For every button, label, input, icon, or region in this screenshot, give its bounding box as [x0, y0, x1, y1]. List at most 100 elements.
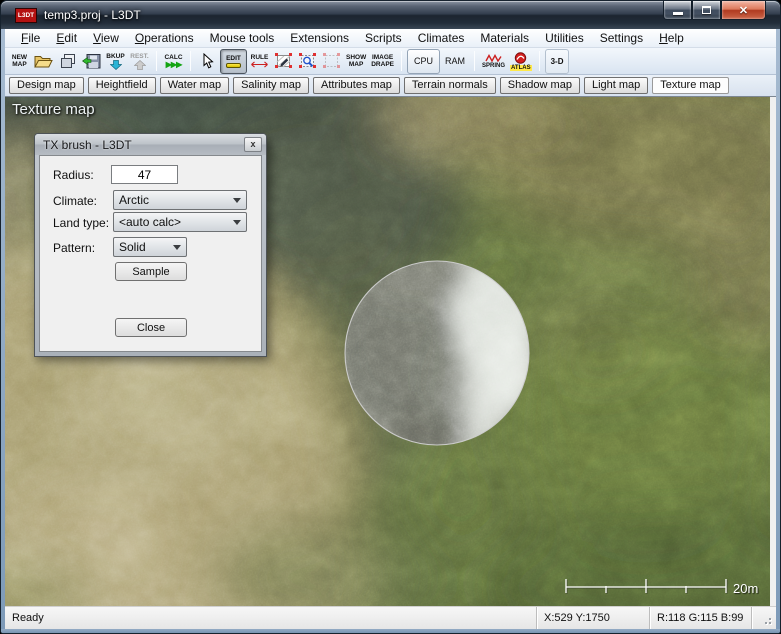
status-message: Ready — [5, 607, 536, 629]
status-cursor-position: X:529 Y:1750 — [536, 607, 649, 629]
folder-open-icon — [34, 54, 53, 69]
scale-label: 20m — [733, 581, 758, 596]
toolbar-separator — [539, 51, 540, 71]
restore-button[interactable]: REST. — [128, 49, 151, 74]
menu-settings[interactable]: Settings — [592, 30, 651, 46]
tab-light-map[interactable]: Light map — [584, 77, 648, 94]
menu-operations[interactable]: Operations — [127, 30, 202, 46]
climate-value: Arctic — [119, 193, 149, 207]
backup-button[interactable]: BKUP — [104, 49, 127, 74]
climate-label: Climate: — [53, 194, 97, 208]
menu-extensions[interactable]: Extensions — [282, 30, 357, 46]
menu-help[interactable]: Help — [651, 30, 692, 46]
tab-shadow-map[interactable]: Shadow map — [500, 77, 580, 94]
copy-button[interactable] — [56, 49, 79, 74]
tab-design-map[interactable]: Design map — [9, 77, 84, 94]
status-pixel-color: R:118 G:115 B:99 — [649, 607, 751, 629]
map-view-label: Texture map — [12, 101, 95, 118]
land-type-select[interactable]: <auto calc> — [113, 212, 247, 232]
resize-grip[interactable] — [751, 607, 776, 629]
window-title: temp3.proj - L3DT — [44, 8, 141, 22]
chevron-down-icon — [233, 198, 241, 203]
toolbar-separator — [190, 51, 191, 71]
minimize-button[interactable] — [663, 1, 692, 20]
window-controls: ✕ — [663, 1, 766, 20]
menubar: File Edit View Operations Mouse tools Ex… — [5, 29, 776, 48]
maximize-button[interactable] — [692, 1, 721, 20]
save-icon — [82, 54, 101, 69]
radius-input[interactable] — [111, 165, 178, 184]
calc-button[interactable]: CALC ▶▶▶ — [162, 49, 185, 74]
menu-edit[interactable]: Edit — [48, 30, 85, 46]
l3dt-logo-icon: L3DT — [15, 8, 37, 23]
open-button[interactable] — [32, 49, 55, 74]
toolbar-separator — [401, 51, 402, 71]
dialog-titlebar[interactable]: TX brush - L3DT x — [35, 134, 266, 155]
climate-select[interactable]: Arctic — [113, 190, 247, 210]
minimize-icon — [673, 12, 683, 15]
pointer-tool-button[interactable] — [196, 49, 219, 74]
selection-clear-icon — [323, 53, 340, 69]
dialog-body: Radius: Climate: Arctic Land type: <auto… — [39, 155, 262, 352]
close-button[interactable]: ✕ — [721, 1, 766, 20]
up-arrow-icon — [134, 60, 146, 70]
menu-scripts[interactable]: Scripts — [357, 30, 410, 46]
menu-mouse-tools[interactable]: Mouse tools — [202, 30, 283, 46]
show-map-button[interactable]: SHOW MAP — [344, 49, 368, 74]
window-bottom-border — [1, 629, 780, 634]
menu-view[interactable]: View — [85, 30, 127, 46]
dialog-close-button[interactable]: x — [244, 137, 262, 152]
chevron-down-icon — [233, 220, 241, 225]
pattern-label: Pattern: — [53, 241, 95, 255]
titlebar[interactable]: L3DT temp3.proj - L3DT ✕ — [1, 1, 780, 29]
toolbar-separator — [156, 51, 157, 71]
toolbar: NEW MAP — [5, 48, 776, 75]
tab-texture-map[interactable]: Texture map — [652, 77, 729, 94]
land-type-label: Land type: — [53, 216, 109, 230]
cursor-arrow-icon — [202, 53, 214, 69]
tab-water-map[interactable]: Water map — [160, 77, 229, 94]
double-arrow-icon — [251, 61, 268, 68]
maximize-icon — [702, 6, 711, 14]
map-tabbar: Design map Heightfield Water map Salinit… — [5, 75, 776, 97]
save-button[interactable] — [80, 49, 103, 74]
select-draw-button[interactable] — [272, 49, 295, 74]
dialog-title: TX brush - L3DT — [43, 138, 244, 152]
tab-terrain-normals[interactable]: Terrain normals — [404, 77, 496, 94]
menu-file[interactable]: File — [13, 30, 48, 46]
menu-materials[interactable]: Materials — [472, 30, 537, 46]
spring-icon — [485, 54, 502, 62]
copy-icon — [60, 54, 76, 69]
select-clear-button[interactable] — [320, 49, 343, 74]
rule-tool-button[interactable]: RULE — [248, 49, 271, 74]
atlas-button[interactable]: ATLAS — [508, 49, 534, 74]
brush-icon — [226, 63, 241, 68]
statusbar: Ready X:529 Y:1750 R:118 G:115 B:99 — [5, 606, 776, 629]
selection-draw-icon — [275, 53, 292, 69]
edit-tool-button[interactable]: EDIT — [220, 49, 247, 74]
pattern-select[interactable]: Solid — [113, 237, 187, 257]
chevron-down-icon — [173, 245, 181, 250]
ram-mode-button[interactable]: RAM — [441, 49, 469, 74]
tx-brush-dialog: TX brush - L3DT x Radius: Climate: Arcti… — [34, 133, 267, 357]
select-zoom-button[interactable] — [296, 49, 319, 74]
selection-zoom-icon — [299, 53, 316, 69]
spring-button[interactable]: SPRING — [480, 49, 507, 74]
sample-button[interactable]: Sample — [115, 262, 187, 281]
cpu-mode-button[interactable]: CPU — [407, 49, 440, 74]
dialog-close-action-button[interactable]: Close — [115, 318, 187, 337]
toolbar-separator — [474, 51, 475, 71]
app-window: L3DT temp3.proj - L3DT ✕ File Edit View … — [0, 0, 781, 634]
pattern-value: Solid — [119, 240, 146, 254]
image-drape-button[interactable]: IMAGE DRAPE — [369, 49, 396, 74]
menu-utilities[interactable]: Utilities — [537, 30, 592, 46]
tab-heightfield[interactable]: Heightfield — [88, 77, 156, 94]
atlas-icon — [514, 52, 527, 64]
tab-attributes-map[interactable]: Attributes map — [313, 77, 400, 94]
land-type-value: <auto calc> — [119, 215, 181, 229]
new-map-button[interactable]: NEW MAP — [8, 49, 31, 74]
menu-climates[interactable]: Climates — [410, 30, 473, 46]
tab-salinity-map[interactable]: Salinity map — [233, 77, 309, 94]
close-icon: ✕ — [739, 4, 748, 17]
3d-view-button[interactable]: 3-D — [545, 49, 570, 74]
